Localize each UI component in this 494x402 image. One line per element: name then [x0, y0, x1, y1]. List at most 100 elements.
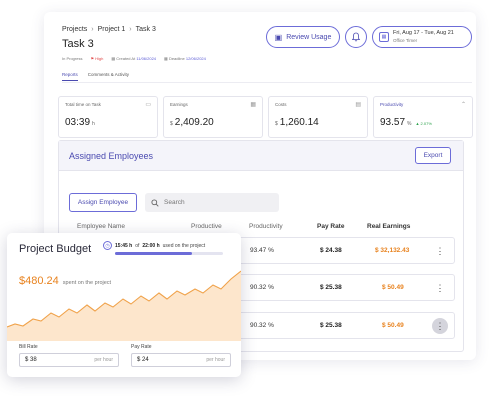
stat-value-wrap: $2,409.20 [170, 117, 214, 128]
clock-icon: ◷ [103, 241, 112, 250]
breadcrumb-task: Task 3 [135, 26, 156, 33]
stat-currency: $ [170, 121, 173, 127]
breadcrumb: Projects › Project 1 › Task 3 [62, 26, 156, 33]
stat-earnings: Earnings ▦ $2,409.20 [163, 96, 263, 138]
review-usage-label: Review Usage [286, 33, 332, 41]
cell-pay-rate: $ 24.38 [320, 247, 342, 254]
review-usage-button[interactable]: ▣ Review Usage [266, 26, 340, 48]
tab-comments-activity[interactable]: Comments & Activity [88, 72, 129, 81]
cell-pay-rate: $ 25.38 [320, 284, 342, 291]
chevron-right-icon: › [91, 26, 94, 33]
panel-title: Assigned Employees [69, 150, 154, 161]
pay-rate-value: $ 24 [137, 357, 149, 363]
budget-amount: $480.24 [19, 275, 59, 287]
col-employee-name: Employee Name [77, 223, 126, 230]
stat-label: Earnings [170, 102, 188, 107]
stats-row: Total time on Task ▭ 03:39 h Earnings ▦ $… [58, 96, 473, 138]
created-at: ▦ Created At 11/06/2024 [111, 56, 156, 61]
stat-value: 93.57 [380, 117, 406, 128]
deadline: ▦ Deadline 12/06/2024 [164, 56, 206, 61]
cell-earnings: $ 50.49 [382, 284, 404, 291]
date-range-text: Fri, Aug 17 - Tue, Aug 21 Office Timer [393, 30, 454, 44]
chevron-up-icon[interactable]: ⌃ [461, 101, 466, 108]
budget-amount-label: spent on the project [62, 280, 112, 286]
tab-reports[interactable]: Reports [62, 72, 78, 81]
report-icon: ▣ [274, 32, 283, 42]
bill-rate-field[interactable]: $ 38 per hour [19, 353, 119, 367]
timer-type: Office Timer [393, 38, 418, 43]
bill-rate-label: Bill Rate [19, 344, 38, 350]
briefcase-icon: ▭ [145, 102, 151, 108]
date-range: Fri, Aug 17 - Tue, Aug 21 [393, 30, 454, 36]
stat-costs: Costs ▤ $1,260.14 [268, 96, 368, 138]
stat-productivity: Productivity ⌃ 93.57% ▲ 2.07% [373, 96, 473, 138]
priority-badge: ⚑ High [90, 56, 103, 61]
time-used: ◷ 15:45 h of 22:00 h used on the project [103, 241, 205, 250]
tab-bar: Reports Comments & Activity [62, 72, 129, 81]
col-pay-rate[interactable]: Pay Rate [317, 223, 344, 230]
deadline-date: 12/06/2024 [185, 56, 206, 61]
time-of: of [135, 242, 140, 249]
cell-productivity: 90.32 % [250, 284, 274, 291]
time-progress-fill [115, 252, 193, 255]
stat-label: Total time on Task [65, 102, 101, 107]
bell-icon [351, 32, 361, 42]
stat-value: 1,260.14 [279, 117, 319, 128]
time-total-value: 22:00 h [142, 242, 160, 249]
tab-divider [62, 82, 472, 83]
status-badge: In Progress [62, 56, 83, 61]
stat-value: 2,409.20 [174, 117, 214, 128]
col-real-earnings[interactable]: Real Earnings [367, 223, 410, 230]
cell-productivity: 93.47 % [250, 247, 274, 254]
stat-value: 03:39 [65, 117, 91, 128]
search-input[interactable] [164, 199, 264, 206]
col-productivity: Productivity [249, 223, 283, 230]
stat-delta: ▲ 2.07% [415, 121, 432, 126]
stat-total-time: Total time on Task ▭ 03:39 h [58, 96, 158, 138]
time-suffix: used on the project [162, 242, 206, 249]
bill-rate-unit: per hour [94, 357, 113, 363]
stat-value-wrap: $1,260.14 [275, 117, 319, 128]
stat-label: Productivity [380, 102, 404, 107]
page-title: Task 3 [62, 38, 94, 50]
created-date: 11/06/2024 [136, 56, 157, 61]
cell-earnings: $ 50.49 [382, 322, 404, 329]
search-box[interactable] [145, 193, 279, 212]
stat-value-wrap: 93.57% ▲ 2.07% [380, 117, 432, 128]
date-range-picker[interactable]: ▦ Fri, Aug 17 - Tue, Aug 21 Office Timer [372, 26, 472, 48]
breadcrumb-projects[interactable]: Projects [62, 26, 87, 33]
time-used-value: 15:45 h [115, 242, 133, 249]
export-button[interactable]: Export [415, 147, 451, 164]
more-vertical-icon[interactable]: ⋮ [432, 280, 448, 296]
chevron-right-icon: › [129, 26, 132, 33]
pay-rate-field[interactable]: $ 24 per hour [131, 353, 231, 367]
breadcrumb-project[interactable]: Project 1 [98, 26, 126, 33]
stat-unit: h [92, 121, 95, 127]
search-icon [151, 198, 159, 207]
more-vertical-icon[interactable]: ⋮ [432, 318, 448, 334]
notifications-button[interactable] [345, 26, 367, 48]
panel-header: Assigned Employees [59, 141, 463, 171]
card-icon: ▤ [355, 102, 361, 108]
col-productive: Productive [191, 223, 222, 230]
deadline-label: Deadline [168, 56, 185, 61]
pay-rate-unit: per hour [206, 357, 225, 363]
calendar-icon: ▦ [250, 102, 256, 108]
created-label: Created At [116, 56, 136, 61]
cell-pay-rate: $ 25.38 [320, 322, 342, 329]
budget-title: Project Budget [19, 243, 92, 255]
cell-productivity: 90.32 % [250, 322, 274, 329]
assign-employee-button[interactable]: Assign Employee [69, 193, 137, 212]
priority-text: High [95, 56, 104, 61]
calendar-icon: ▦ [379, 32, 389, 42]
bill-rate-value: $ 38 [25, 357, 37, 363]
stat-value-wrap: 03:39 h [65, 117, 95, 128]
task-meta: In Progress ⚑ High ▦ Created At 11/06/20… [62, 56, 206, 61]
stat-currency: $ [275, 121, 278, 127]
more-vertical-icon[interactable]: ⋮ [432, 243, 448, 259]
cell-earnings: $ 32,132.43 [375, 247, 410, 254]
stat-label: Costs [275, 102, 287, 107]
time-progress-bar [115, 252, 223, 255]
project-budget-card: Project Budget ◷ 15:45 h of 22:00 h used… [7, 233, 241, 377]
stat-unit: % [407, 121, 412, 127]
